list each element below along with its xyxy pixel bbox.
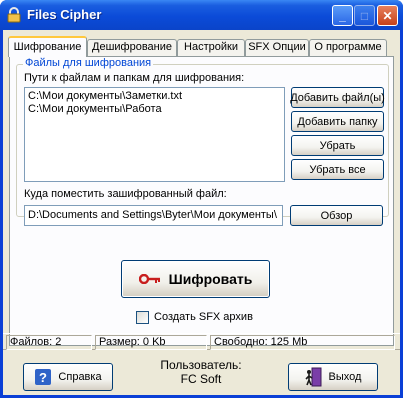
help-button[interactable]: ? Справка — [23, 363, 113, 391]
sfx-checkbox[interactable] — [136, 311, 149, 324]
files-group: Файлы для шифрования Пути к файлам и пап… — [16, 57, 389, 217]
help-button-label: Справка — [58, 371, 102, 383]
minimize-button[interactable]: _ — [332, 5, 353, 26]
list-item[interactable]: C:\Мои документы\Работа — [28, 103, 162, 115]
status-free: Свободно: 125 Mb — [210, 335, 395, 350]
tab-settings[interactable]: Настройки — [177, 39, 245, 56]
svg-text:?: ? — [39, 370, 47, 385]
encrypt-panel: Файлы для шифрования Пути к файлам и пап… — [9, 56, 394, 346]
add-folder-button[interactable]: Добавить папку — [291, 111, 384, 132]
question-icon: ? — [35, 369, 52, 385]
remove-all-button[interactable]: Убрать все — [291, 159, 384, 180]
status-files: Файлов: 2 — [6, 335, 92, 350]
user-info: Пользователь: FC Soft — [153, 358, 249, 386]
exit-door-icon — [304, 367, 322, 387]
user-name: FC Soft — [180, 372, 222, 386]
exit-button-label: Выход — [328, 371, 362, 383]
destination-field[interactable]: D:\Documents and Settings\Byter\Мои доку… — [24, 205, 283, 226]
client-area: Шифрование Дешифрование Настройки SFX Оп… — [3, 30, 400, 395]
key-icon — [138, 274, 160, 284]
paths-listbox[interactable]: C:\Мои документы\Заметки.txt C:\Мои доку… — [24, 87, 285, 182]
status-size: Размер: 0 Kb — [95, 335, 207, 350]
sfx-checkbox-label[interactable]: Создать SFX архив — [154, 311, 253, 323]
list-item[interactable]: C:\Мои документы\Заметки.txt — [28, 90, 182, 102]
files-group-title: Файлы для шифрования — [23, 57, 154, 69]
tab-decrypt[interactable]: Дешифрование — [87, 39, 177, 56]
destination-label: Куда поместить зашифрованный файл: — [24, 188, 227, 200]
status-bar: Файлов: 2 Размер: 0 Kb Свободно: 125 Mb — [3, 333, 400, 350]
padlock-icon — [7, 7, 21, 23]
browse-button[interactable]: Обзор — [290, 205, 383, 226]
app-window: Files Cipher _ □ ✕ Шифрование Дешифрован… — [0, 0, 403, 398]
encrypt-button-label: Шифровать — [168, 271, 253, 287]
title-bar[interactable]: Files Cipher _ □ ✕ — [0, 0, 403, 30]
add-files-button[interactable]: Добавить файл(ы) — [290, 87, 385, 108]
close-button[interactable]: ✕ — [377, 5, 398, 26]
encrypt-button[interactable]: Шифровать — [121, 260, 270, 298]
exit-button[interactable]: Выход — [288, 363, 378, 391]
paths-label: Пути к файлам и папкам для шифрования: — [24, 72, 245, 84]
window-title: Files Cipher — [27, 7, 102, 22]
tab-about[interactable]: О программе — [309, 39, 387, 56]
tab-encrypt[interactable]: Шифрование — [8, 36, 87, 57]
user-label: Пользователь: — [160, 358, 242, 372]
maximize-button[interactable]: □ — [354, 5, 375, 26]
remove-button[interactable]: Убрать — [291, 135, 384, 156]
tab-sfx-options[interactable]: SFX Опции — [245, 39, 309, 56]
